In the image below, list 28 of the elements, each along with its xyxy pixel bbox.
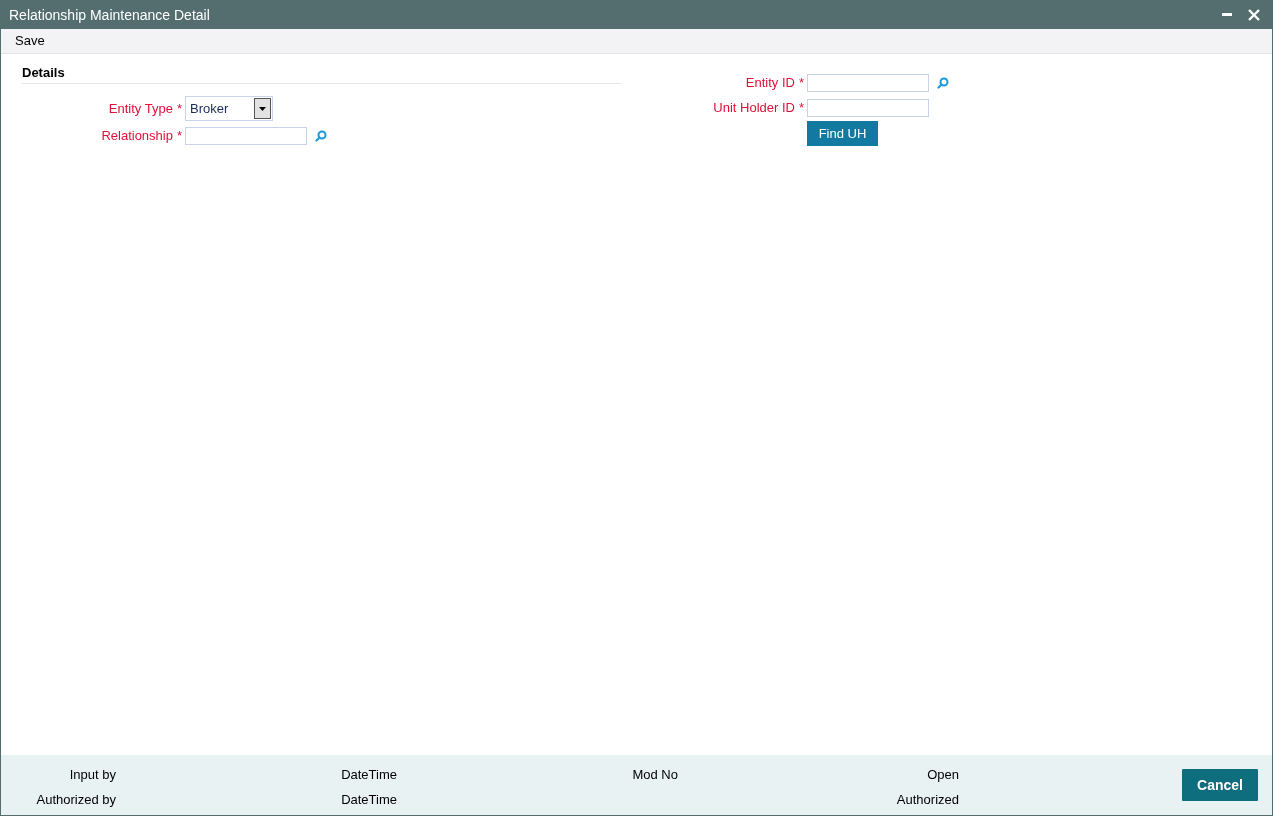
close-icon[interactable]	[1248, 9, 1260, 21]
required-marker: *	[798, 98, 804, 117]
field-label: Unit Holder ID	[713, 98, 795, 117]
audit-label: Open	[927, 766, 959, 783]
minimize-icon[interactable]	[1222, 13, 1232, 17]
audit-label: Mod No	[632, 766, 678, 783]
text-input-field[interactable]	[807, 73, 929, 92]
search-icon[interactable]	[315, 129, 327, 142]
required-marker: *	[798, 73, 804, 92]
audit-label: DateTime	[341, 791, 397, 808]
audit-label: DateTime	[341, 766, 397, 783]
audit-label: Authorized	[896, 791, 959, 808]
field-label: Entity ID	[745, 73, 795, 92]
window-title: Relationship Maintenance Detail	[9, 5, 210, 25]
text-input-field[interactable]	[185, 126, 307, 145]
audit-label: Input by	[69, 766, 116, 783]
section-title: Details	[22, 63, 65, 82]
find-uh-button[interactable]: Find UH	[807, 121, 878, 147]
audit-label: Authorized by	[36, 791, 116, 808]
field-label: Entity Type	[108, 99, 173, 118]
required-marker: *	[176, 126, 182, 145]
field-label: Relationship	[101, 126, 173, 145]
required-marker: *	[176, 99, 182, 118]
text-input-field[interactable]	[807, 98, 929, 117]
entity-type-select[interactable]: Broker	[185, 96, 273, 121]
save-button[interactable]: Save	[15, 31, 45, 51]
cancel-button[interactable]: Cancel	[1182, 769, 1258, 801]
search-icon[interactable]	[937, 76, 949, 89]
